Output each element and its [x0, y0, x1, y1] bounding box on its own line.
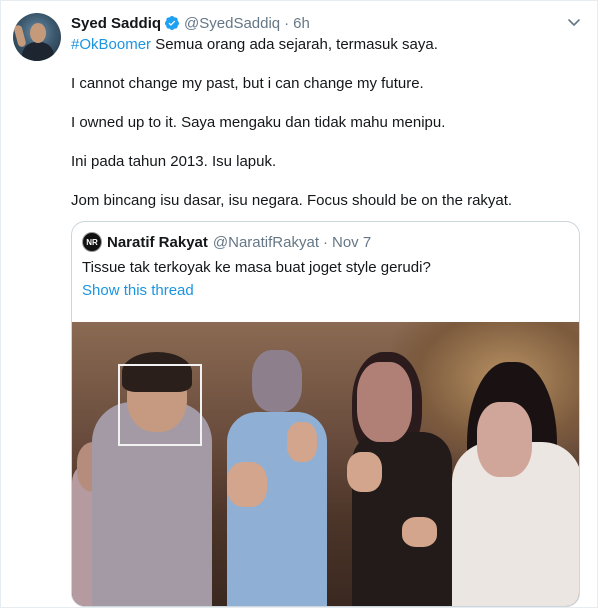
header-separator: ·	[284, 14, 290, 32]
photo-person-4-face-blurred	[477, 402, 532, 477]
tweet-line-3: I owned up to it. Saya mengaku dan tidak…	[71, 114, 446, 131]
author-name[interactable]: Syed Saddiq	[71, 15, 161, 32]
hashtag-link[interactable]: #OkBoomer	[71, 36, 151, 53]
tweet-line-1: #OkBoomer Semua orang ada sejarah, terma…	[71, 35, 581, 55]
face-highlight-box	[118, 364, 202, 446]
photo-hand	[402, 517, 437, 547]
author-handle[interactable]: @SyedSaddiq	[184, 15, 280, 32]
author-avatar[interactable]	[13, 13, 61, 61]
tweet-card[interactable]: Syed Saddiq @SyedSaddiq · 6h #OkBoomer S…	[0, 0, 598, 608]
photo-person-3-face-blurred	[357, 362, 412, 442]
photo-hand	[287, 422, 317, 462]
quoted-author-handle: @NaratifRakyat	[212, 233, 319, 251]
avatar-face	[30, 23, 46, 43]
quoted-tweet[interactable]: NR Naratif Rakyat @NaratifRakyat · Nov 7…	[71, 221, 580, 607]
photo-person-2-face-blurred	[252, 350, 302, 412]
quoted-timestamp: Nov 7	[331, 233, 372, 251]
quoted-author-avatar: NR	[82, 232, 102, 252]
verified-badge-icon	[165, 16, 180, 30]
tweet-header: Syed Saddiq @SyedSaddiq · 6h	[71, 13, 310, 33]
chevron-down-icon[interactable]	[567, 15, 581, 29]
tweet-line-4: Ini pada tahun 2013. Isu lapuk.	[71, 153, 277, 170]
tweet-timestamp[interactable]: 6h	[293, 15, 310, 32]
quoted-tweet-header: NR Naratif Rakyat @NaratifRakyat · Nov 7	[82, 232, 371, 252]
photo-hand	[347, 452, 382, 492]
avatar-arm	[13, 24, 27, 48]
tweet-text: #OkBoomer Semua orang ada sejarah, terma…	[71, 35, 581, 230]
quoted-tweet-photo[interactable]	[72, 322, 579, 606]
tweet-line-5: Jom bincang isu dasar, isu negara. Focus…	[71, 192, 513, 209]
quoted-header-separator: ·	[322, 233, 328, 251]
avatar-body	[22, 42, 54, 61]
show-thread-link[interactable]: Show this thread	[82, 281, 194, 301]
photo-hand	[227, 462, 267, 507]
quoted-tweet-text: Tissue tak terkoyak ke masa buat joget s…	[82, 259, 431, 276]
quoted-author-name: Naratif Rakyat	[107, 233, 208, 251]
tweet-line-1-text: Semua orang ada sejarah, termasuk saya.	[151, 36, 438, 53]
tweet-line-2: I cannot change my past, but i can chang…	[71, 75, 424, 92]
